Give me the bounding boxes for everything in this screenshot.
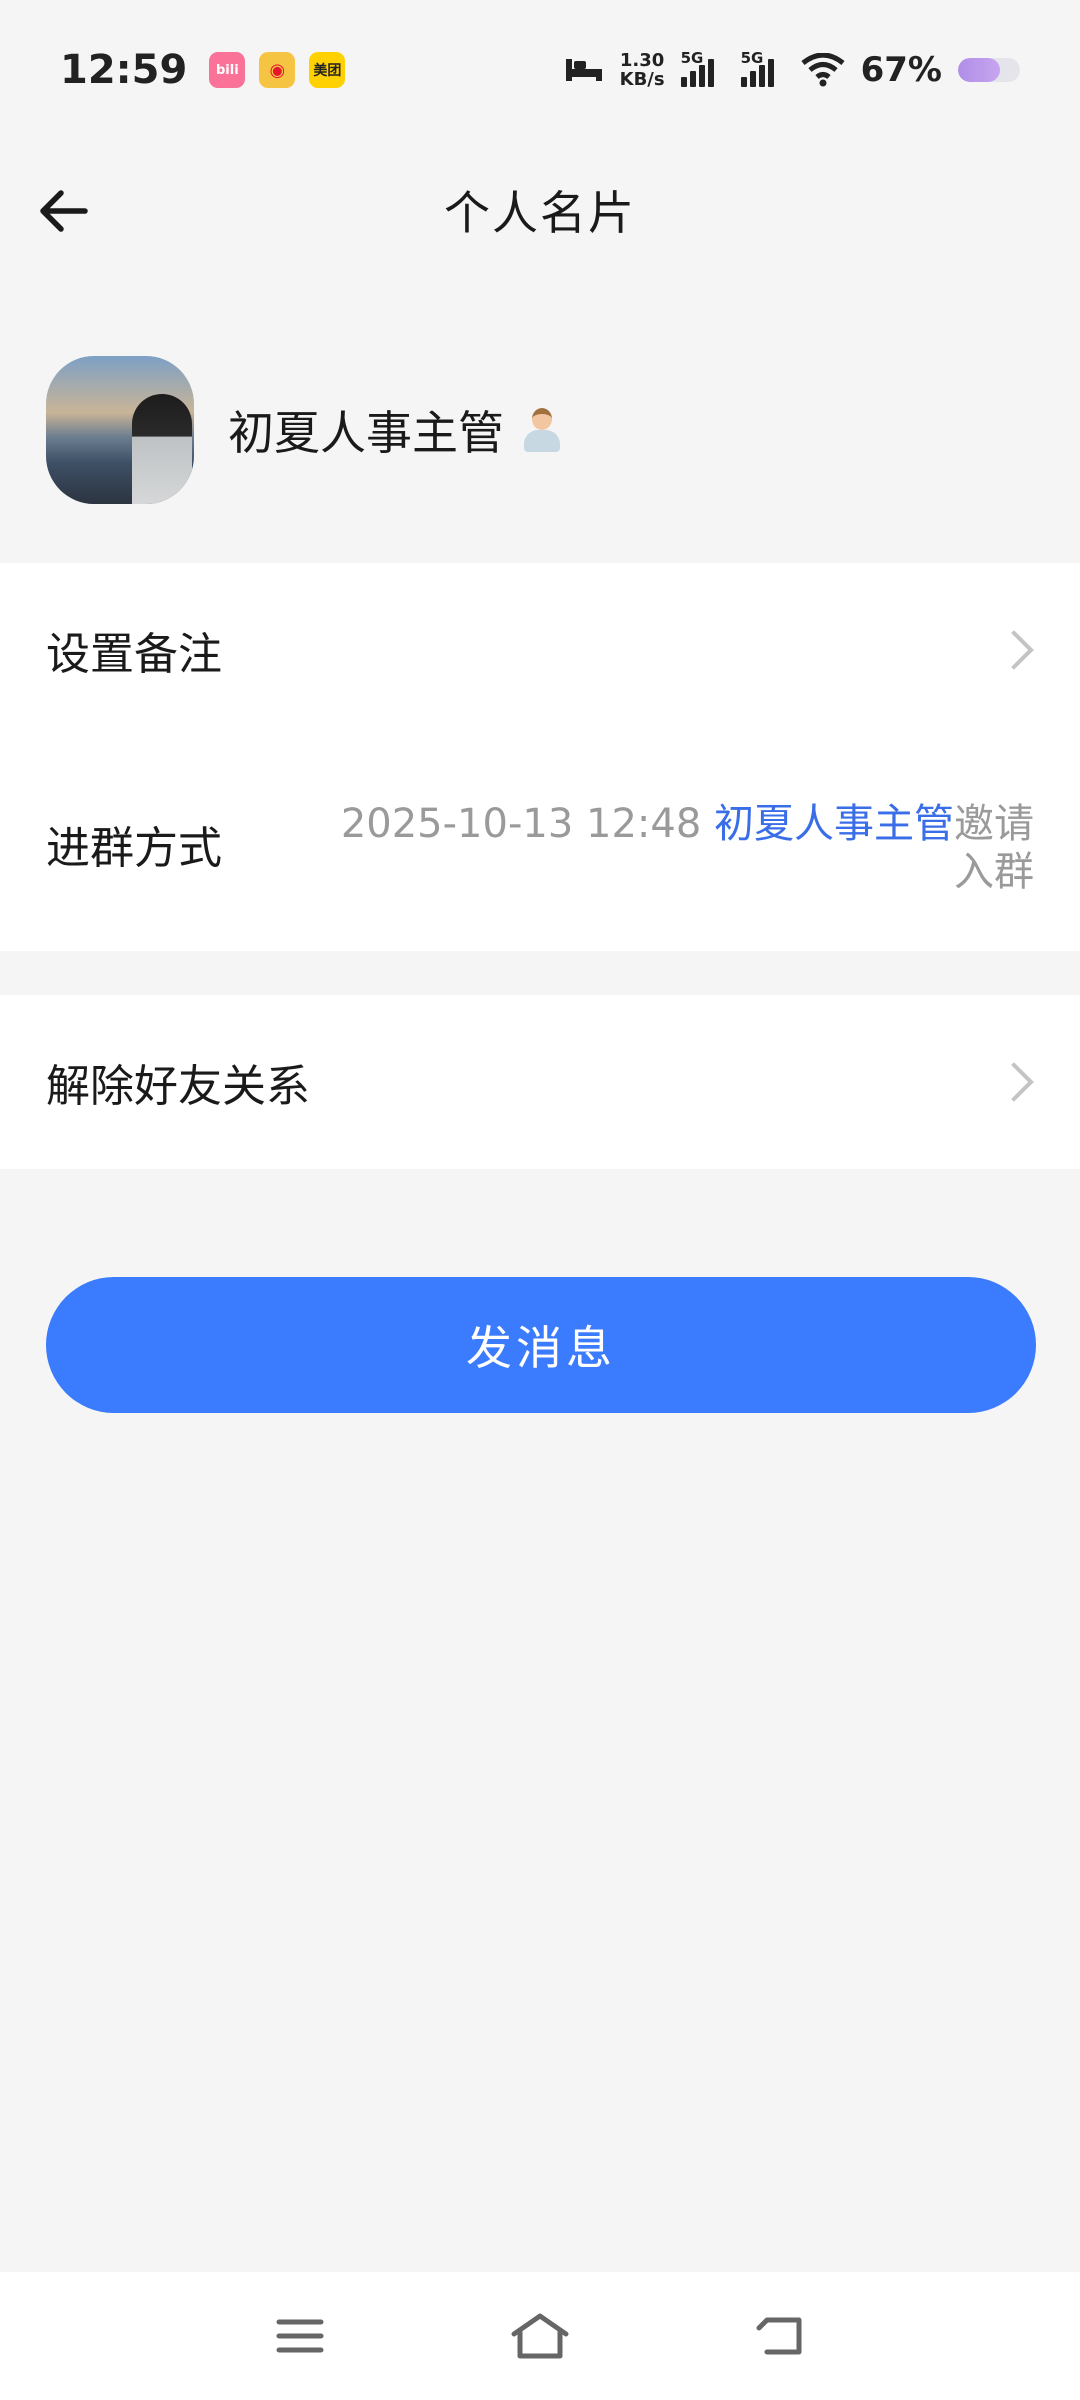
signal-1-label: 5G xyxy=(680,49,704,67)
profile-header: 初夏人事主管 xyxy=(0,350,1080,510)
battery-icon xyxy=(958,58,1020,82)
home-button[interactable] xyxy=(495,2296,585,2376)
status-left: 12:59 bili ◉ 美团 xyxy=(60,47,346,93)
join-time: 2025-10-13 12:48 xyxy=(340,801,714,847)
join-method-info: 2025-10-13 12:48 初夏人事主管邀请入群 xyxy=(304,800,1034,896)
net-speed: 1.30 KB/s xyxy=(620,51,665,89)
bed-icon xyxy=(565,59,602,81)
page-title: 个人名片 xyxy=(444,186,636,240)
home-icon xyxy=(511,2313,569,2359)
system-nav-bar xyxy=(0,2272,1080,2400)
battery-percent: 67% xyxy=(860,50,942,90)
unfriend-card: 解除好友关系 xyxy=(0,995,1080,1169)
join-suffix: 邀请入群 xyxy=(954,801,1034,895)
status-right: 1.30 KB/s 5G 5G 67% xyxy=(564,49,1020,90)
avatar[interactable] xyxy=(46,356,194,504)
chevron-right-icon xyxy=(994,630,1034,670)
back-nav-button[interactable] xyxy=(735,2296,825,2376)
person-emoji-icon xyxy=(522,406,562,454)
profile-name: 初夏人事主管 xyxy=(228,406,504,460)
inviter-link[interactable]: 初夏人事主管 xyxy=(714,801,954,847)
signal-5g-1-icon: 5G xyxy=(680,49,725,87)
join-method-label: 进群方式 xyxy=(46,823,222,874)
signal-2-label: 5G xyxy=(740,49,764,67)
net-speed-value: 1.30 xyxy=(619,50,665,71)
set-remark-row[interactable]: 设置备注 xyxy=(0,563,1080,737)
weibo-app-icon: ◉ xyxy=(259,52,296,88)
send-message-button[interactable]: 发消息 xyxy=(46,1277,1036,1413)
status-bar: 12:59 bili ◉ 美团 1.30 KB/s 5G 5G 67% xyxy=(0,0,1080,140)
back-icon xyxy=(756,2317,802,2355)
meituan-app-icon: 美团 xyxy=(309,52,346,88)
signal-5g-2-icon: 5G xyxy=(740,49,785,87)
back-button[interactable] xyxy=(28,176,98,246)
menu-button[interactable] xyxy=(255,2296,345,2376)
header: 个人名片 xyxy=(0,150,1080,270)
menu-icon xyxy=(276,2319,324,2353)
bilibili-app-icon: bili xyxy=(209,52,246,88)
chevron-right-icon xyxy=(994,1062,1034,1102)
net-speed-unit: KB/s xyxy=(619,69,665,90)
back-arrow-icon xyxy=(40,190,88,232)
unfriend-row[interactable]: 解除好友关系 xyxy=(0,995,1080,1169)
wifi-icon xyxy=(801,53,845,87)
set-remark-label: 设置备注 xyxy=(46,629,222,680)
status-time: 12:59 xyxy=(60,47,188,93)
unfriend-label: 解除好友关系 xyxy=(46,1061,310,1112)
